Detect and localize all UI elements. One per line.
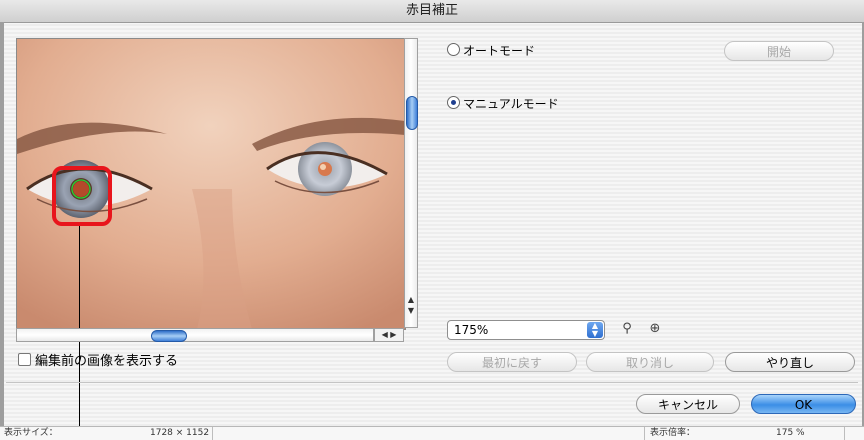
scroll-up-icon[interactable]: ▲ (404, 294, 418, 305)
zoom-select[interactable]: 175% ▲ ▼ (447, 320, 605, 340)
auto-mode-option[interactable]: オートモード (447, 42, 535, 59)
divider (6, 382, 858, 383)
vertical-scrollbar[interactable] (404, 38, 418, 328)
revert-first-button[interactable]: 最初に戻す (447, 352, 577, 372)
horizontal-scroll-thumb[interactable] (151, 330, 187, 342)
status-separator (212, 427, 213, 440)
manual-mode-label: マニュアルモード (463, 97, 559, 111)
start-button[interactable]: 開始 (724, 41, 834, 61)
manual-mode-option[interactable]: マニュアルモード (447, 95, 559, 112)
status-bar: 表示サイズ： 1728 × 1152 表示倍率： 175 % (0, 426, 864, 440)
manual-mode-radio[interactable] (447, 96, 460, 109)
auto-mode-radio[interactable] (447, 43, 460, 56)
horizontal-scroll-arrows[interactable]: ◀ ▶ (374, 328, 404, 342)
updown-arrows-icon[interactable]: ▲ ▼ (587, 322, 603, 338)
show-before-option[interactable]: 編集前の画像を表示する (18, 350, 178, 369)
red-eye-selection-box (52, 166, 112, 226)
display-ratio-value: 175 % (776, 428, 805, 438)
show-before-checkbox[interactable] (18, 353, 31, 366)
window-title: 赤目補正 (0, 0, 864, 23)
display-size-value: 1728 × 1152 (150, 428, 210, 438)
zoom-value: 175% (454, 323, 489, 337)
scroll-right-icon[interactable]: ▶ (390, 330, 396, 339)
vertical-scroll-thumb[interactable] (406, 96, 418, 130)
red-eye-dialog: 赤目補正 ▲ ▼ ◀ ▶ 編集前の画像を表示する オートモード マニュアルモード… (0, 0, 864, 440)
redo-button[interactable]: やり直し (725, 352, 855, 372)
scroll-down-icon[interactable]: ▼ (404, 305, 418, 316)
undo-button[interactable]: 取り消し (586, 352, 714, 372)
display-ratio-label: 表示倍率： (650, 428, 696, 438)
status-separator (644, 427, 645, 440)
window-left-edge (0, 22, 4, 432)
zoom-in-icon[interactable]: ⊕ (646, 320, 664, 338)
show-before-label: 編集前の画像を表示する (35, 354, 179, 369)
ok-button[interactable]: OK (751, 394, 856, 414)
display-size-label: 表示サイズ： (4, 428, 58, 438)
status-separator (844, 427, 845, 440)
cancel-button[interactable]: キャンセル (636, 394, 740, 414)
scroll-left-icon[interactable]: ◀ (382, 330, 388, 339)
auto-mode-label: オートモード (463, 44, 536, 58)
zoom-out-icon[interactable]: ⚲ (618, 320, 636, 338)
horizontal-scrollbar[interactable] (16, 328, 374, 342)
vertical-scroll-arrows[interactable]: ▲ ▼ (404, 294, 418, 328)
